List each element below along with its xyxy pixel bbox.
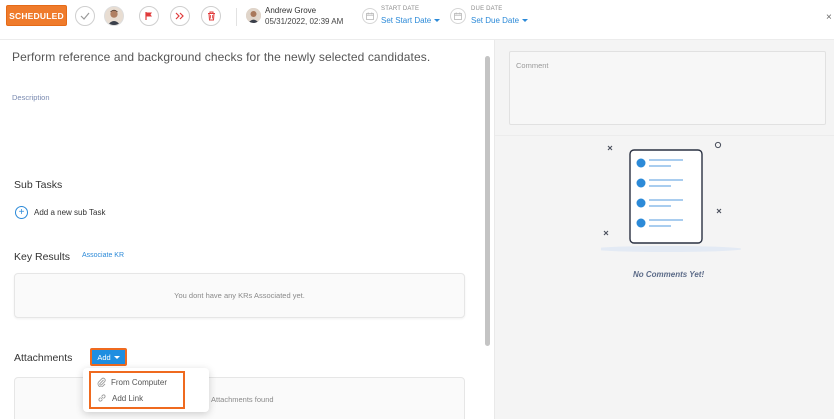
menu-item-from-computer[interactable]: From Computer <box>97 377 167 387</box>
avatar <box>105 7 123 25</box>
associate-kr-link[interactable]: Associate KR <box>82 252 124 259</box>
owner-avatar <box>246 8 261 23</box>
attachments-empty-text: Attachments found <box>211 395 274 404</box>
add-subtask-label: Add a new sub Task <box>34 208 106 217</box>
toolbar-divider <box>236 8 237 26</box>
assignee-avatar-button[interactable] <box>104 6 124 26</box>
comments-pane: Comment No Comments Yet! <box>494 40 834 419</box>
priority-flag-button[interactable] <box>139 6 159 26</box>
trash-icon <box>207 11 215 21</box>
close-icon[interactable]: × <box>826 12 832 23</box>
chevron-down-icon <box>522 19 529 22</box>
task-toolbar: SCHEDULED Andrew Grove 05/31/2022, 02:39… <box>0 0 834 40</box>
key-results-heading: Key Results <box>14 251 71 263</box>
add-attachment-label: Add <box>97 352 111 362</box>
add-attachment-button[interactable]: Add <box>90 348 127 366</box>
flag-icon <box>145 12 152 20</box>
link-icon <box>98 394 106 402</box>
due-date-dropdown[interactable]: Set Due Date <box>471 16 529 25</box>
add-subtask-button[interactable]: + Add a new sub Task <box>15 206 105 219</box>
due-date-value: Set Due Date <box>471 16 520 25</box>
chevron-down-icon <box>113 355 120 359</box>
forward-button[interactable] <box>170 6 190 26</box>
start-date-value: Set Start Date <box>381 16 432 25</box>
description-field[interactable]: Description <box>12 93 50 102</box>
task-detail-pane: Perform reference and background checks … <box>0 40 494 419</box>
plus-circle-icon: + <box>15 206 28 219</box>
attachments-heading: Attachments <box>14 352 73 364</box>
due-date-picker-button[interactable] <box>450 8 466 24</box>
start-date-dropdown[interactable]: Set Start Date <box>381 16 441 25</box>
paperclip-icon <box>97 377 106 387</box>
owner-name: Andrew Grove <box>265 6 317 15</box>
no-comments-illustration-icon <box>601 141 741 252</box>
calendar-icon <box>366 12 374 20</box>
left-pane-scrollbar[interactable] <box>485 56 490 346</box>
task-title[interactable]: Perform reference and background checks … <box>12 50 430 64</box>
start-date-caption: START DATE <box>381 6 420 12</box>
owner-datetime: 05/31/2022, 02:39 AM <box>265 17 344 26</box>
forward-icon <box>175 12 184 20</box>
check-icon <box>80 12 90 20</box>
comment-input[interactable]: Comment <box>509 51 826 125</box>
menu-item-label: Add Link <box>112 393 144 403</box>
start-date-picker-button[interactable] <box>362 8 378 24</box>
status-button[interactable]: SCHEDULED <box>6 5 67 26</box>
chevron-down-icon <box>434 19 441 22</box>
subtasks-heading: Sub Tasks <box>14 179 63 191</box>
menu-item-label: From Computer <box>111 377 168 387</box>
comments-divider <box>495 135 834 136</box>
key-results-empty-box: You dont have any KRs Associated yet. <box>14 273 465 318</box>
key-results-empty-text: You dont have any KRs Associated yet. <box>174 291 305 300</box>
menu-item-add-link[interactable]: Add Link <box>97 393 143 403</box>
due-date-caption: DUE DATE <box>471 6 503 12</box>
no-comments-text: No Comments Yet! <box>633 270 705 279</box>
mark-complete-button[interactable] <box>75 6 95 26</box>
delete-button[interactable] <box>201 6 221 26</box>
calendar-icon <box>454 12 462 20</box>
comment-placeholder: Comment <box>516 61 549 70</box>
